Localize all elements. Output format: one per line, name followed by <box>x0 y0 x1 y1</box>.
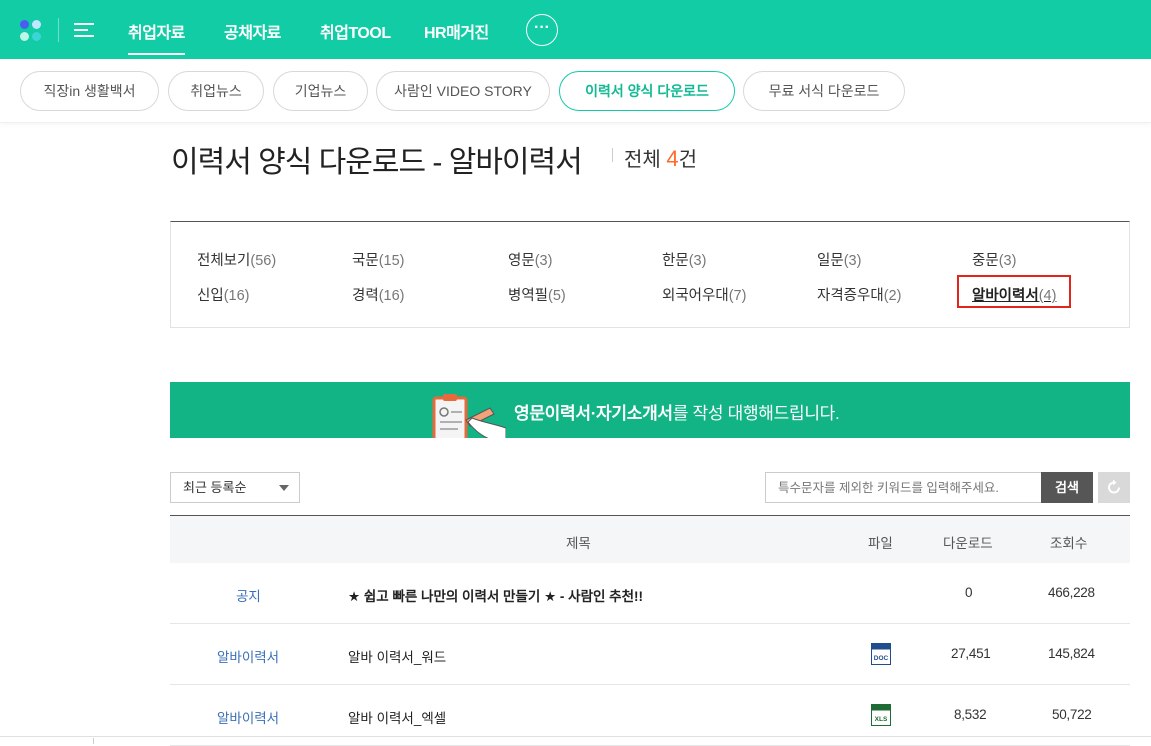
category-experienced[interactable]: 경력(16) <box>352 284 404 305</box>
category-korean[interactable]: 국문(15) <box>352 249 404 270</box>
gnav-hr-magazine[interactable]: HR매거진 <box>424 19 489 43</box>
divider <box>58 18 59 42</box>
refresh-icon <box>1108 479 1120 494</box>
row-downloads: 27,451 <box>951 646 991 661</box>
header-downloads: 다운로드 <box>943 536 993 551</box>
row-category[interactable]: 알바이력서 <box>217 707 279 727</box>
row-title[interactable]: 알바 이력서_워드 <box>348 646 446 666</box>
category-new-grad[interactable]: 신입(16) <box>197 284 249 305</box>
gnav-job-tool[interactable]: 취업TOOL <box>320 19 391 43</box>
row-title[interactable]: ★ 쉽고 빠른 나만의 이력서 만들기 ★ - 사람인 추천!! <box>348 585 643 605</box>
pill-company-news[interactable]: 기업뉴스 <box>273 71 368 111</box>
category-all[interactable]: 전체보기(56) <box>197 249 276 270</box>
search-button[interactable]: 검색 <box>1041 472 1093 503</box>
svg-text:DOC: DOC <box>874 655 889 662</box>
total-number: 4 <box>666 146 679 171</box>
total-label: 전체 <box>624 149 661 171</box>
divider <box>0 736 1151 737</box>
row-views: 145,824 <box>1048 646 1095 661</box>
search-input[interactable] <box>765 472 1042 503</box>
global-nav-bar: 취업자료 공채자료 취업TOOL HR매거진 ··· <box>0 0 1151 59</box>
banner-text: 영문이력서·자기소개서를 작성 대행해드립니다. <box>514 404 840 423</box>
header-file: 파일 <box>868 536 893 551</box>
selection-highlight-box <box>957 275 1071 308</box>
header-views: 조회수 <box>1050 536 1088 551</box>
xls-file-icon[interactable]: XLS <box>871 704 891 726</box>
pill-video-story[interactable]: 사람인 VIDEO STORY <box>376 71 550 111</box>
total-count: 전체 4건 <box>624 143 697 172</box>
table-row: 공지 ★ 쉽고 빠른 나만의 이력서 만들기 ★ - 사람인 추천!! 0 46… <box>170 563 1130 624</box>
header-title: 제목 <box>566 536 591 551</box>
category-chinese[interactable]: 중문(3) <box>972 249 1016 270</box>
row-downloads: 8,532 <box>954 707 987 722</box>
hamburger-menu-icon[interactable] <box>74 22 94 38</box>
gnav-job-resources[interactable]: 취업자료 <box>128 19 185 55</box>
more-menu-button[interactable]: ··· <box>526 14 558 46</box>
row-category[interactable]: 알바이력서 <box>217 646 279 666</box>
page-title: 이력서 양식 다운로드 - 알바이력서 <box>171 146 583 179</box>
pill-office-life[interactable]: 직장in 생활백서 <box>20 71 159 111</box>
table-row: 알바이력서 알바 이력서_워드 DOC 27,451 145,824 <box>170 624 1130 685</box>
sort-select-value: 최근 등록순 <box>183 480 247 495</box>
divider <box>93 738 94 744</box>
gnav-recruit-resources[interactable]: 공채자료 <box>224 19 281 43</box>
caret-down-icon <box>279 485 289 491</box>
row-views: 50,722 <box>1052 707 1092 722</box>
pill-job-news[interactable]: 취업뉴스 <box>168 71 264 111</box>
category-english[interactable]: 영문(3) <box>508 249 552 270</box>
row-category[interactable]: 공지 <box>236 585 261 605</box>
svg-text:XLS: XLS <box>875 716 888 723</box>
pill-resume-download[interactable]: 이력서 양식 다운로드 <box>559 71 735 111</box>
saramin-logo-icon[interactable] <box>20 20 42 42</box>
refresh-button[interactable] <box>1098 472 1130 503</box>
total-unit: 건 <box>678 149 698 171</box>
sub-nav: 직장in 생활백서 취업뉴스 기업뉴스 사람인 VIDEO STORY 이력서 … <box>0 59 1151 123</box>
category-certificate[interactable]: 자격증우대(2) <box>817 284 901 305</box>
divider <box>612 148 613 162</box>
row-views: 466,228 <box>1048 585 1095 600</box>
row-downloads: 0 <box>965 585 973 600</box>
category-japanese[interactable]: 일문(3) <box>817 249 861 270</box>
table-header: 제목 파일 다운로드 조회수 <box>170 516 1130 563</box>
category-military-done[interactable]: 병역필(5) <box>508 284 566 305</box>
clipboard-pen-icon <box>432 394 506 438</box>
doc-file-icon[interactable]: DOC <box>871 643 891 665</box>
sort-select[interactable]: 최근 등록순 <box>170 472 300 503</box>
promo-banner[interactable]: 영문이력서·자기소개서를 작성 대행해드립니다. <box>170 382 1130 438</box>
row-title[interactable]: 알바 이력서_엑셀 <box>348 707 446 727</box>
pill-free-form-download[interactable]: 무료 서식 다운로드 <box>743 71 905 111</box>
category-chinese-character[interactable]: 한문(3) <box>662 249 706 270</box>
category-foreign-language[interactable]: 외국어우대(7) <box>662 284 746 305</box>
